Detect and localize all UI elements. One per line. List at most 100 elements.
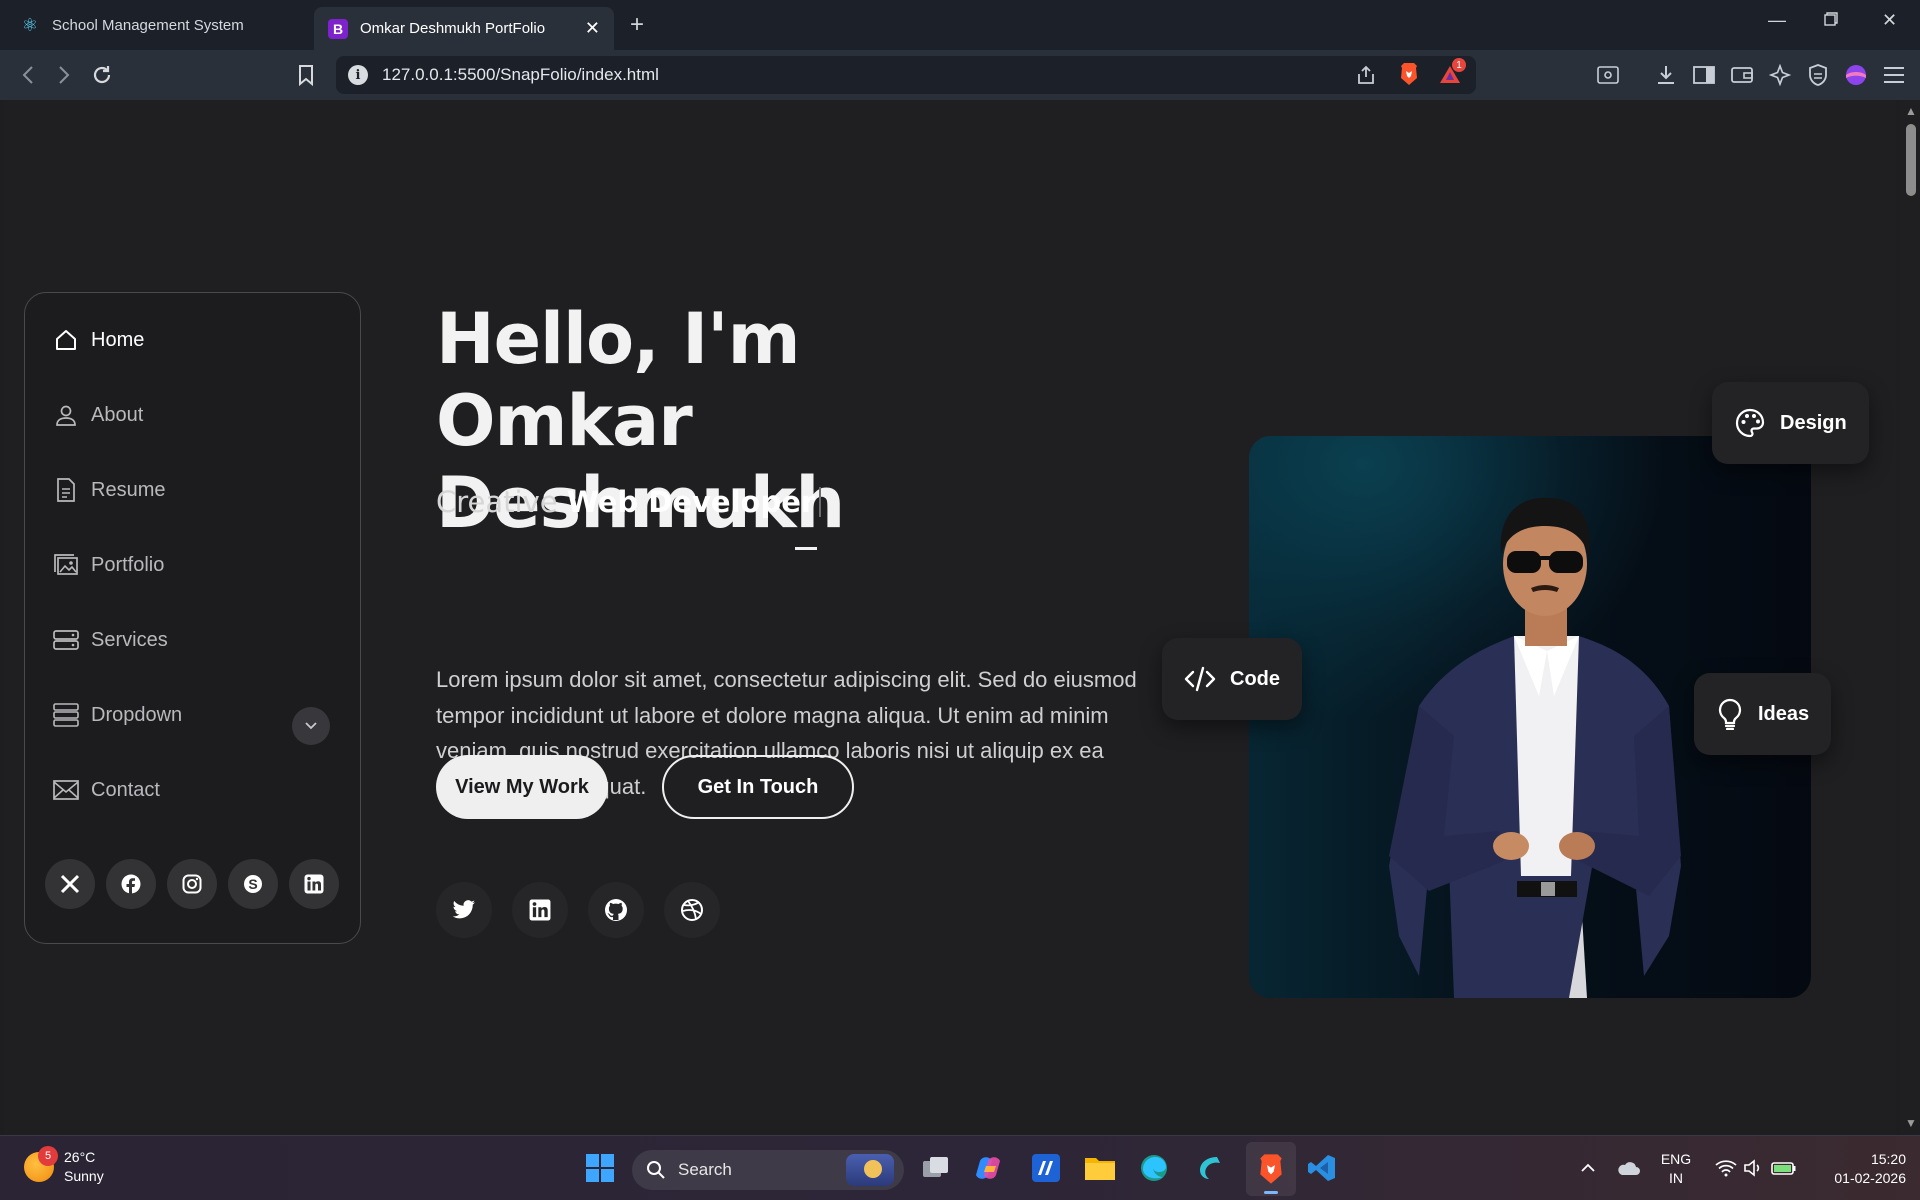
code-badge-label: Code [1230,667,1280,690]
weather-widget[interactable]: 5 26°C Sunny [24,1146,104,1186]
onedrive-icon[interactable] [1608,1148,1648,1188]
sidebar-item-resume[interactable]: Resume [53,477,165,503]
sidebar-item-dropdown[interactable]: Dropdown [53,702,182,728]
design-badge: Design [1712,382,1869,464]
sidebar-item-label: Home [91,328,145,351]
scroll-thumb[interactable] [1906,124,1916,196]
sidebar-item-label: About [91,403,144,426]
site-info-icon[interactable]: i [348,65,368,85]
clock[interactable]: 15:20 01-02-2026 [1806,1150,1906,1188]
facebook-icon[interactable] [106,859,156,909]
taskbar-search[interactable]: Search [632,1150,904,1190]
file-icon [53,477,79,503]
sidebar-item-services[interactable]: Services [53,627,168,653]
restore-icon[interactable] [1824,10,1838,31]
get-in-touch-button[interactable]: Get In Touch [662,755,854,819]
weather-badge: 5 [38,1146,58,1166]
chevron-down-icon[interactable] [292,707,330,745]
sidebar-nav: Home About Resume Portfolio Services Dro… [24,292,361,944]
vpn-shield-icon[interactable] [1804,61,1832,89]
hero-subtitle: Creative Web Developer [436,485,822,519]
weather-temp: 26°C [64,1149,96,1165]
ideas-badge-label: Ideas [1758,702,1810,725]
brave-browser-icon[interactable] [1246,1142,1296,1196]
palette-icon [1735,408,1765,438]
file-explorer-icon[interactable] [1080,1148,1120,1188]
app-icon-teal[interactable] [1190,1148,1230,1188]
hero-subtitle-role: Web Developer [566,485,816,519]
page-viewport: Home About Resume Portfolio Services Dro… [4,100,1896,1135]
sidebar-item-about[interactable]: About [53,402,143,428]
task-view-icon[interactable] [916,1148,956,1188]
linkedin-icon[interactable] [289,859,339,909]
address-url: 127.0.0.1:5500/SnapFolio/index.html [382,65,659,84]
search-icon [647,1161,665,1179]
instagram-icon[interactable] [167,859,217,909]
address-bar[interactable]: i 127.0.0.1:5500/SnapFolio/index.html 1 [336,56,1476,94]
weather-desc: Sunny [64,1168,104,1184]
twitter-icon[interactable] [436,882,492,938]
page-scrollbar[interactable]: ▲ ▼ [1900,100,1920,1135]
sidebar-item-label: Resume [91,478,166,501]
forward-icon[interactable] [50,61,78,89]
bookmark-icon[interactable] [292,61,320,89]
code-slash-icon [1184,666,1216,692]
sidebar-item-portfolio[interactable]: Portfolio [53,552,164,578]
sidebar-item-home[interactable]: Home [53,327,144,353]
download-icon[interactable] [1652,61,1680,89]
back-icon[interactable] [14,61,42,89]
wallet-icon[interactable] [1728,61,1756,89]
reload-icon[interactable] [88,61,116,89]
leo-ai-icon[interactable] [1766,61,1794,89]
tab-title: School Management System [52,16,244,34]
profile-avatar-icon[interactable] [1842,61,1870,89]
images-icon [53,552,79,578]
input-language[interactable]: ENG IN [1654,1150,1698,1188]
typed-cursor [819,487,822,517]
linkedin-icon[interactable] [512,882,568,938]
github-icon[interactable] [588,882,644,938]
tab-title: Omkar Deshmukh PortFolio [360,20,546,37]
scroll-up-icon[interactable]: ▲ [1905,104,1917,118]
dribbble-icon[interactable] [664,882,720,938]
search-highlight-icon [846,1154,894,1186]
new-tab-icon[interactable]: + [630,11,644,39]
skype-icon[interactable]: S [228,859,278,909]
browser-tab-bar: ⚛ School Management System B Omkar Deshm… [0,0,1920,50]
search-placeholder: Search [678,1160,732,1179]
copilot-icon[interactable] [970,1148,1010,1188]
tab-school-management[interactable]: ⚛ School Management System [6,7,310,43]
vscode-icon[interactable] [1302,1148,1342,1188]
minimize-icon[interactable]: — [1768,10,1786,31]
brave-shields-icon[interactable] [1398,62,1420,86]
lightbulb-icon [1718,698,1742,730]
scroll-down-icon[interactable]: ▼ [1905,1116,1917,1130]
react-icon: ⚛ [21,14,39,35]
app-icon-blue[interactable] [1026,1148,1066,1188]
edge-icon[interactable] [1134,1148,1174,1188]
share-icon[interactable] [1352,61,1380,89]
sidebar-item-contact[interactable]: Contact [53,777,160,803]
browser-toolbar: i 127.0.0.1:5500/SnapFolio/index.html 1 [0,50,1920,100]
view-my-work-button[interactable]: View My Work [436,755,608,819]
svg-text:S: S [248,876,257,892]
close-tab-icon[interactable]: ✕ [585,18,600,39]
menu-icon [53,702,79,728]
brave-rewards-icon[interactable]: 1 [1438,58,1466,86]
sidebar-toggle-icon[interactable] [1690,61,1718,89]
chevron-up-icon[interactable] [1568,1148,1608,1188]
person-icon [53,402,79,428]
reader-mode-icon[interactable] [1594,61,1622,89]
x-icon[interactable] [45,859,95,909]
menu-icon[interactable] [1880,61,1908,89]
windows-start-icon[interactable] [580,1148,620,1188]
code-badge: Code [1162,638,1302,720]
windows-taskbar: 5 26°C Sunny Search ENG IN 15:20 01-02-2… [0,1135,1920,1200]
close-window-icon[interactable]: ✕ [1882,10,1897,31]
tab-portfolio[interactable]: B Omkar Deshmukh PortFolio ✕ [314,7,614,50]
sidebar-item-label: Services [91,628,168,651]
rewards-badge: 1 [1452,58,1466,72]
hero-title-line1: Hello, I'm Omkar [436,298,801,462]
battery-icon[interactable] [1764,1148,1804,1188]
envelope-icon [53,777,79,803]
